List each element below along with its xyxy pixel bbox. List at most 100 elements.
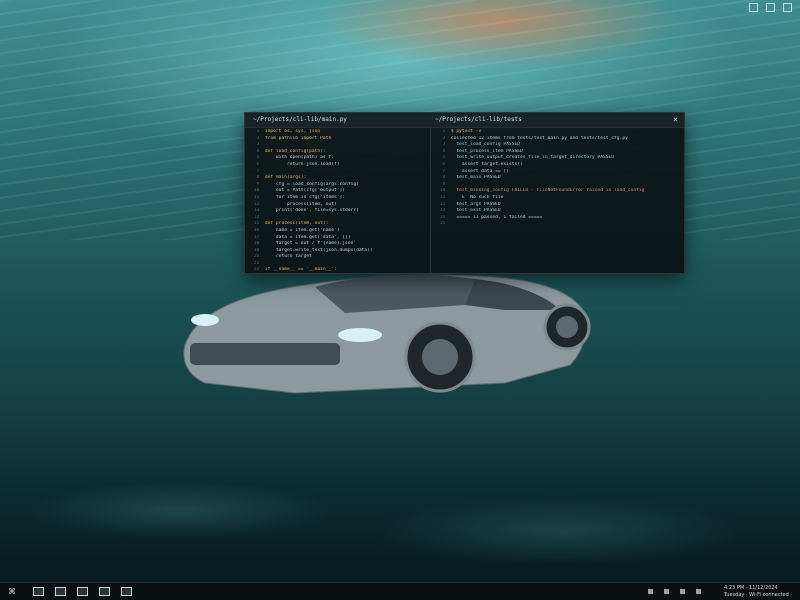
code-line: 4 def load_config(path): [251,149,429,156]
browser-icon [76,587,88,596]
line-number: 12 [251,201,265,207]
taskbar: ⌘ 4:23 PM · 11/12/2024 Tuesday · Wi-Fi c… [0,582,800,600]
network-icon[interactable] [648,589,653,594]
editor-pane[interactable]: 1 import os, sys, json 2 from pathlib im… [251,129,429,272]
battery-icon[interactable] [680,589,685,594]
line-number: 10 [437,188,451,194]
code-line: 15 [437,221,680,228]
line-text: if __name__ == '__main__': [264,267,337,272]
line-text: name = item.get('name') [264,227,340,233]
line-number: 15 [437,221,451,227]
maximize-icon[interactable] [766,3,775,12]
code-line: 6 assert target.exists() [437,162,680,169]
line-number: 21 [251,260,265,266]
code-line: 13 test_exit PASSED [437,208,680,215]
line-text: for item in cfg['items']: [264,194,346,200]
seafloor [0,420,800,590]
code-line: 3 test_load_config PASSED [437,142,680,149]
code-line: 17 data = item.get('data', []) [251,235,429,242]
line-number: 4 [437,148,451,154]
line-number: 20 [251,254,265,260]
start-button[interactable]: ⌘ [6,586,18,597]
code-line: 11 for item in cfg['items']: [251,195,429,202]
line-text: $ pytest -v [450,129,482,134]
line-text: def process(item, out): [264,221,329,227]
line-text: test_exit PASSED [450,208,501,214]
code-line: 9 [437,182,680,189]
wallpaper-car [183,274,591,394]
line-text: test_load_config PASSED [450,142,520,148]
line-number: 8 [437,175,451,181]
code-line: 5 with open(path) as f: [251,155,429,162]
line-number: 2 [437,135,451,141]
taskbar-item-settings[interactable] [120,586,132,597]
line-number: 9 [437,181,451,187]
tray-clock[interactable]: 4:23 PM · 11/12/2024 [724,585,778,591]
folder-icon [32,587,44,596]
line-text: print('done', file=sys.stderr) [264,208,359,214]
right-pane-title: ~/Projects/cli-lib/tests [435,116,522,123]
code-line: 5 test_write_output_creates_file_in_targ… [437,155,680,162]
line-text: cfg = load_config(args.config) [264,181,359,187]
line-number: 3 [251,142,265,148]
terminal-titlebar[interactable]: ~/Projects/cli-lib/main.py ~/Projects/cl… [245,113,684,128]
close-icon[interactable]: × [673,114,678,125]
code-line: 4 test_process_item PASSED [437,149,680,156]
line-number: 16 [251,227,265,233]
taskbar-item-mail[interactable] [98,586,110,597]
line-text: test_missing_config FAILED - FileNotFoun… [450,188,645,194]
code-line: 10 test_missing_config FAILED - FileNotF… [437,188,680,195]
bluetooth-icon[interactable] [696,589,701,594]
line-number: 3 [437,142,451,148]
line-text: process(item, out) [264,201,337,207]
code-line: 9 cfg = load_config(args.config) [251,182,429,189]
code-line: 3 [251,142,429,149]
output-pane[interactable]: 1 $ pytest -v 2 collected 12 items from … [437,129,680,272]
line-number: 4 [251,148,265,154]
line-number: 18 [251,241,265,247]
line-text: return json.load(f) [264,161,340,167]
line-number: 19 [251,247,265,253]
code-line: 15 def process(item, out): [251,221,429,228]
close-icon[interactable] [783,3,792,12]
code-line: 7 assert data == [] [437,169,680,176]
code-line: 18 target = out / f'{name}.json' [251,241,429,248]
pane-divider[interactable] [430,127,431,273]
code-line: 21 [251,261,429,268]
code-line: 12 test_args PASSED [437,202,680,209]
terminal-icon [54,587,66,596]
code-line: 1 import os, sys, json [251,129,429,136]
minimize-icon[interactable] [749,3,758,12]
line-number: 13 [437,208,451,214]
line-number: 7 [251,168,265,174]
line-text: data = item.get('data', []) [264,234,351,240]
line-number: 10 [251,188,265,194]
line-text: target = out / f'{name}.json' [264,241,357,247]
line-number: 22 [251,267,265,272]
taskbar-item-browser[interactable] [76,586,88,597]
code-line: 6 return json.load(f) [251,162,429,169]
line-text: E No such file [450,194,504,200]
terminal-window[interactable]: ~/Projects/cli-lib/main.py ~/Projects/cl… [244,112,685,274]
line-number: 15 [251,221,265,227]
line-number: 1 [251,129,265,134]
tray-date[interactable]: Tuesday · Wi-Fi connected [724,592,789,598]
volume-icon[interactable] [664,589,669,594]
taskbar-item-terminal[interactable] [54,586,66,597]
line-text: assert data == [] [450,168,509,174]
left-pane-title: ~/Projects/cli-lib/main.py [253,116,347,123]
mail-icon [98,587,110,596]
code-line: 22 if __name__ == '__main__': [251,267,429,272]
line-number: 1 [437,129,451,134]
code-line: 14 ===== 11 passed, 1 failed ===== [437,215,680,222]
code-line: 12 process(item, out) [251,202,429,209]
line-number: 8 [251,175,265,181]
code-line: 20 return target [251,254,429,261]
code-line: 2 collected 12 items from tests/test_mai… [437,136,680,143]
gear-icon [120,587,132,596]
line-text: def load_config(path): [264,148,326,154]
taskbar-item-files[interactable] [32,586,44,597]
code-line: 19 target.write_text(json.dumps(data)) [251,248,429,255]
code-line: 8 def main(args): [251,175,429,182]
code-line: 14 [251,215,429,222]
